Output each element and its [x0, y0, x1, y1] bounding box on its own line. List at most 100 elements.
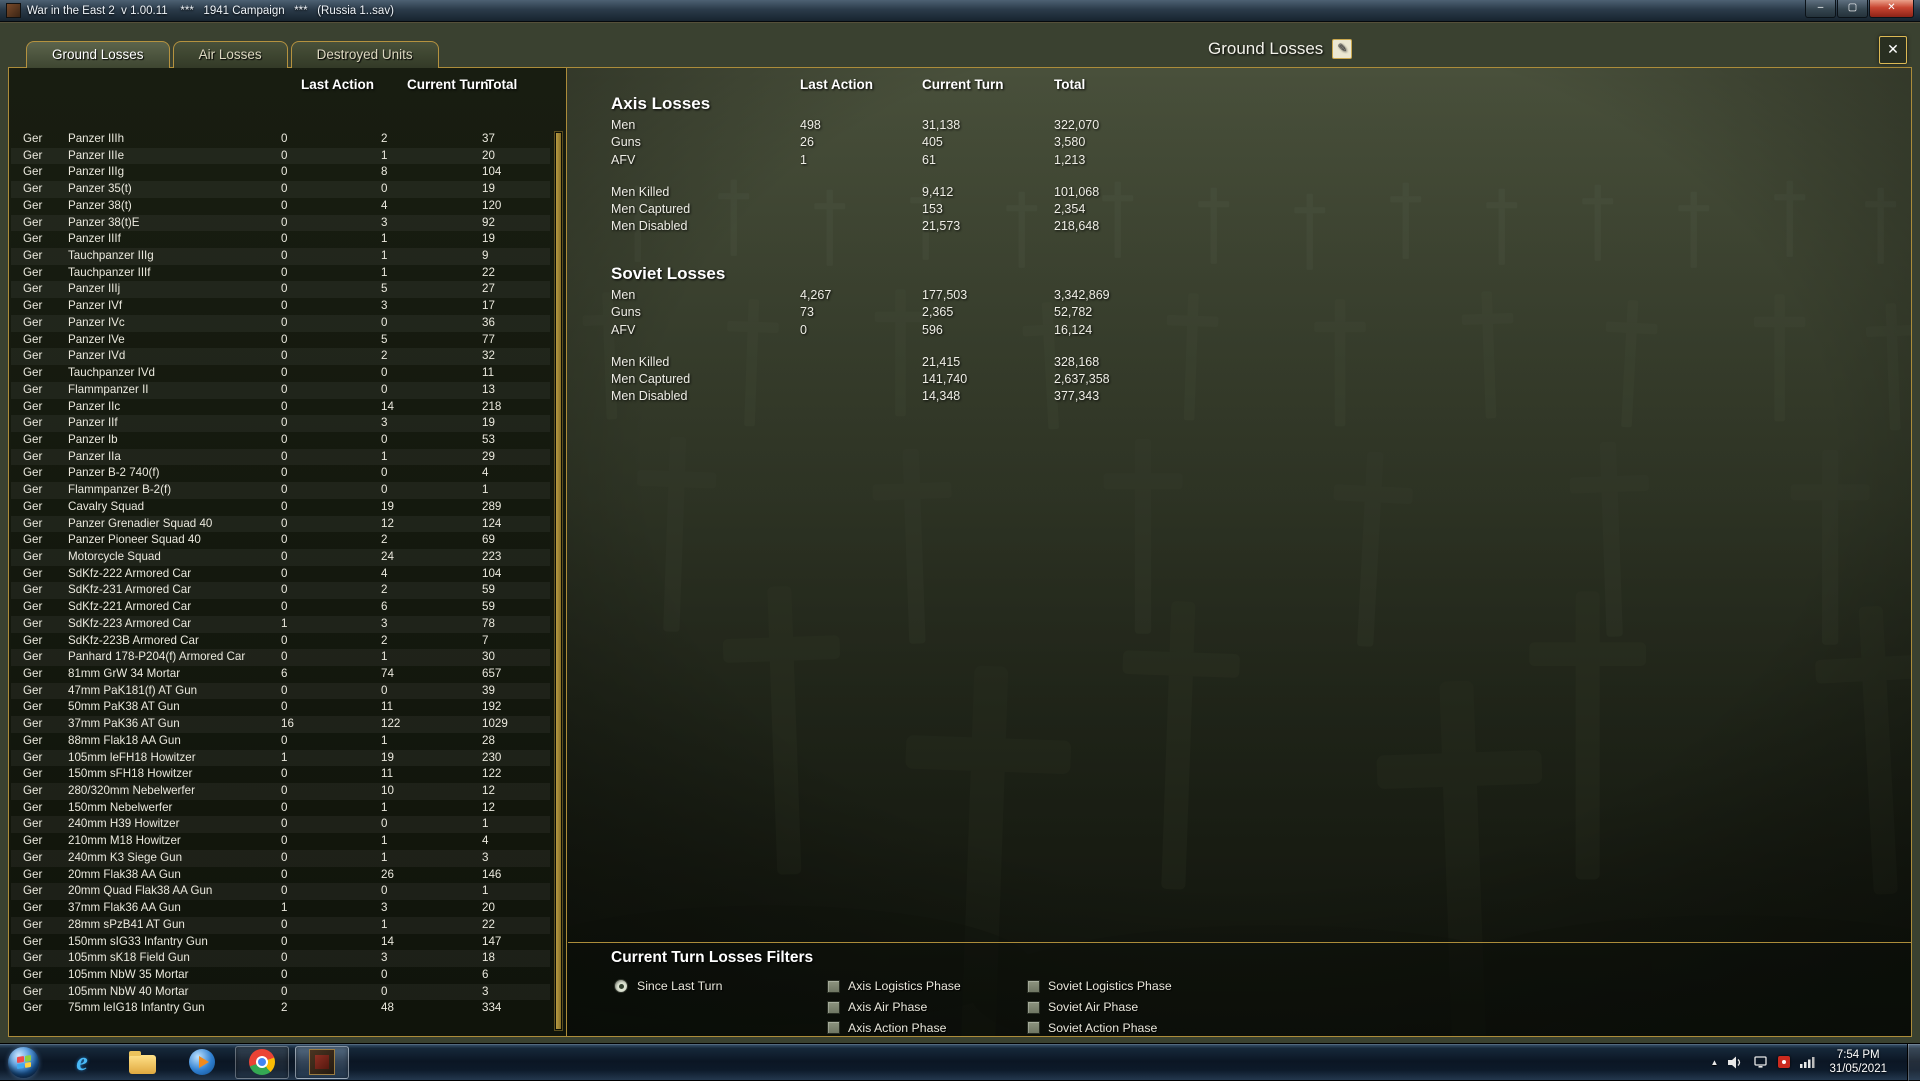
tab-ground-losses[interactable]: Ground Losses [26, 41, 170, 68]
cell-cur: 48 [381, 1001, 394, 1015]
taskbar-chrome-button[interactable] [235, 1045, 289, 1079]
hidden-icons-chevron-icon[interactable]: ▲ [1711, 1058, 1719, 1067]
table-row[interactable]: Ger Panzer IIIj 0 5 27 [11, 281, 550, 299]
filter-checkbox[interactable]: Soviet Logistics Phase [1027, 976, 1172, 997]
table-row[interactable]: Ger Panzer 38(t)E 0 3 92 [11, 214, 550, 232]
taskbar-wite2-button[interactable] [295, 1045, 349, 1079]
table-row[interactable]: Ger SdKfz-221 Armored Car 0 6 59 [11, 599, 550, 616]
cell-last: 2 [281, 1001, 288, 1015]
table-row[interactable]: Ger Cavalry Squad 0 19 289 [11, 499, 550, 516]
cell-cur: 19 [381, 750, 394, 764]
radio-button-icon [614, 979, 628, 993]
table-row[interactable]: Ger Panzer IIa 0 1 29 [11, 448, 550, 466]
taskbar-clock[interactable]: 7:54 PM 31/05/2021 [1829, 1048, 1887, 1076]
cell-last: 0 [281, 466, 288, 480]
filter-checkbox[interactable]: Soviet Air Phase [1027, 997, 1172, 1018]
table-row[interactable]: Ger Panzer B-2 740(f) 0 0 4 [11, 465, 550, 482]
cell-tot: 59 [482, 600, 495, 614]
summary-row: Men 498 31,138 322,070 [568, 118, 1911, 135]
taskbar-media-player-button[interactable] [175, 1046, 229, 1079]
signal-bars-icon[interactable] [1800, 1056, 1815, 1068]
table-row[interactable]: Ger 47mm PaK181(f) AT Gun 0 0 39 [11, 682, 550, 700]
filter-checkbox[interactable]: Soviet Action Phase [1027, 1018, 1172, 1036]
table-row[interactable]: Ger 20mm Quad Flak38 AA Gun 0 0 1 [11, 883, 550, 901]
cell-tot: 32 [482, 349, 495, 363]
table-row[interactable]: Ger Tauchpanzer IVd 0 0 11 [11, 365, 550, 382]
table-row[interactable]: Ger Panzer 35(t) 0 0 19 [11, 181, 550, 198]
tab-air-losses[interactable]: Air Losses [172, 41, 288, 68]
table-row[interactable]: Ger Panhard 178-P204(f) Armored Car 0 1 30 [11, 649, 550, 666]
table-row[interactable]: Ger 20mm Flak38 AA Gun 0 26 146 [11, 867, 550, 884]
cell-name: Panzer Ib [68, 432, 118, 446]
table-row[interactable]: Ger Panzer Pioneer Squad 40 0 2 69 [11, 532, 550, 549]
table-row[interactable]: Ger 210mm M18 Howitzer 0 1 4 [11, 833, 550, 850]
table-row[interactable]: Ger 150mm sFH18 Howitzer 0 11 122 [11, 766, 550, 783]
close-screen-button[interactable]: ✕ [1879, 36, 1907, 64]
table-row[interactable]: Ger 37mm Flak36 AA Gun 1 3 20 [11, 900, 550, 917]
table-row[interactable]: Ger Flammpanzer B-2(f) 0 0 1 [11, 482, 550, 499]
close-window-button[interactable]: ✕ [1869, 0, 1914, 18]
taskbar-ie-button[interactable]: e [55, 1046, 109, 1079]
table-row[interactable]: Ger Panzer IVd 0 2 32 [11, 348, 550, 366]
table-row[interactable]: Ger Panzer IVf 0 3 17 [11, 298, 550, 315]
cell-cur: 3 [381, 951, 388, 965]
filter-checkbox[interactable]: Axis Air Phase [827, 997, 1027, 1018]
table-row[interactable]: Ger 240mm K3 Siege Gun 0 1 3 [11, 849, 550, 867]
table-row[interactable]: Ger Panzer IIIg 0 8 104 [11, 164, 550, 181]
table-row[interactable]: Ger 105mm sK18 Field Gun 0 3 18 [11, 950, 550, 967]
table-row[interactable]: Ger 105mm NbW 35 Mortar 0 0 6 [11, 967, 550, 984]
minimize-button[interactable]: – [1805, 0, 1836, 18]
table-row[interactable]: Ger 37mm PaK36 AT Gun 16 122 1029 [11, 716, 550, 733]
table-row[interactable]: Ger 280/320mm Nebelwerfer 0 10 12 [11, 783, 550, 800]
cell-tot: 104 [482, 566, 502, 580]
table-row[interactable]: Ger SdKfz-222 Armored Car 0 4 104 [11, 566, 550, 583]
table-row[interactable]: Ger Panzer IIIe 0 1 20 [11, 147, 550, 165]
taskbar-explorer-button[interactable] [115, 1046, 169, 1079]
filter-checkbox[interactable]: Axis Logistics Phase [827, 976, 1027, 997]
table-row[interactable]: Ger 50mm PaK38 AT Gun 0 11 192 [11, 699, 550, 716]
table-row[interactable]: Ger 105mm NbW 40 Mortar 0 0 3 [11, 983, 550, 1001]
start-button[interactable] [8, 1046, 39, 1078]
table-row[interactable]: Ger 28mm sPzB41 AT Gun 0 1 22 [11, 916, 550, 934]
table-row[interactable]: Ger SdKfz-223 Armored Car 1 3 78 [11, 615, 550, 633]
table-row[interactable]: Ger 75mm leIG18 Infantry Gun 2 48 334 [11, 1000, 550, 1017]
table-row[interactable]: Ger SdKfz-223B Armored Car 0 2 7 [11, 633, 550, 650]
table-row[interactable]: Ger Panzer IVc 0 0 36 [11, 314, 550, 332]
table-row[interactable]: Ger Panzer IIIh 0 2 37 [11, 131, 550, 148]
antivirus-tray-icon[interactable] [1778, 1056, 1791, 1068]
filter-checkbox[interactable]: Axis Action Phase [827, 1018, 1027, 1036]
table-row[interactable]: Ger Tauchpanzer IIIg 0 1 9 [11, 248, 550, 265]
table-row[interactable]: Ger Motorcycle Squad 0 24 223 [11, 548, 550, 566]
table-row[interactable]: Ger 105mm leFH18 Howitzer 1 19 230 [11, 749, 550, 767]
table-row[interactable]: Ger Panzer IIIf 0 1 19 [11, 231, 550, 248]
table-row[interactable]: Ger Flammpanzer II 0 0 13 [11, 381, 550, 399]
cell-cur: 74 [381, 667, 394, 680]
table-row[interactable]: Ger Panzer IIc 0 14 218 [11, 399, 550, 416]
volume-icon[interactable] [1728, 1056, 1743, 1069]
table-row[interactable]: Ger 88mm Flak18 AA Gun 0 1 28 [11, 733, 550, 750]
cell-cur: 5 [381, 332, 388, 346]
cell-nation: Ger [23, 516, 43, 530]
table-row[interactable]: Ger 81mm GrW 34 Mortar 6 74 657 [11, 666, 550, 683]
show-desktop-button[interactable] [1907, 1043, 1920, 1081]
table-row[interactable]: Ger Panzer 38(t) 0 4 120 [11, 198, 550, 215]
table-row[interactable]: Ger Panzer Ib 0 0 53 [11, 432, 550, 449]
table-row[interactable]: Ger 240mm H39 Howitzer 0 0 1 [11, 816, 550, 834]
scrollbar-thumb[interactable] [556, 133, 561, 1029]
table-row[interactable]: Ger 150mm Nebelwerfer 0 1 12 [11, 800, 550, 817]
table-row[interactable]: Ger Panzer Grenadier Squad 40 0 12 124 [11, 515, 550, 533]
table-row[interactable]: Ger 150mm sIG33 Infantry Gun 0 14 147 [11, 934, 550, 951]
table-row[interactable]: Ger Tauchpanzer IIIf 0 1 22 [11, 265, 550, 282]
summary-value: 2,354 [1054, 202, 1086, 217]
maximize-button[interactable]: ▢ [1837, 0, 1868, 18]
tab-destroyed-units[interactable]: Destroyed Units [290, 41, 439, 68]
notes-icon[interactable]: ✎ [1332, 39, 1353, 59]
table-row[interactable]: Ger Panzer IVe 0 5 77 [11, 332, 550, 349]
since-last-turn-radio[interactable]: Since Last Turn [614, 979, 722, 993]
network-icon[interactable] [1753, 1055, 1768, 1069]
table-row[interactable]: Ger SdKfz-231 Armored Car 0 2 59 [11, 582, 550, 600]
cell-tot: 223 [482, 549, 502, 563]
table-scrollbar[interactable] [554, 131, 563, 1031]
table-row[interactable]: Ger Panzer IIf 0 3 19 [11, 415, 550, 432]
window-titlebar: War in the East 2 v 1.00.11 *** 1941 Cam… [0, 0, 1920, 22]
